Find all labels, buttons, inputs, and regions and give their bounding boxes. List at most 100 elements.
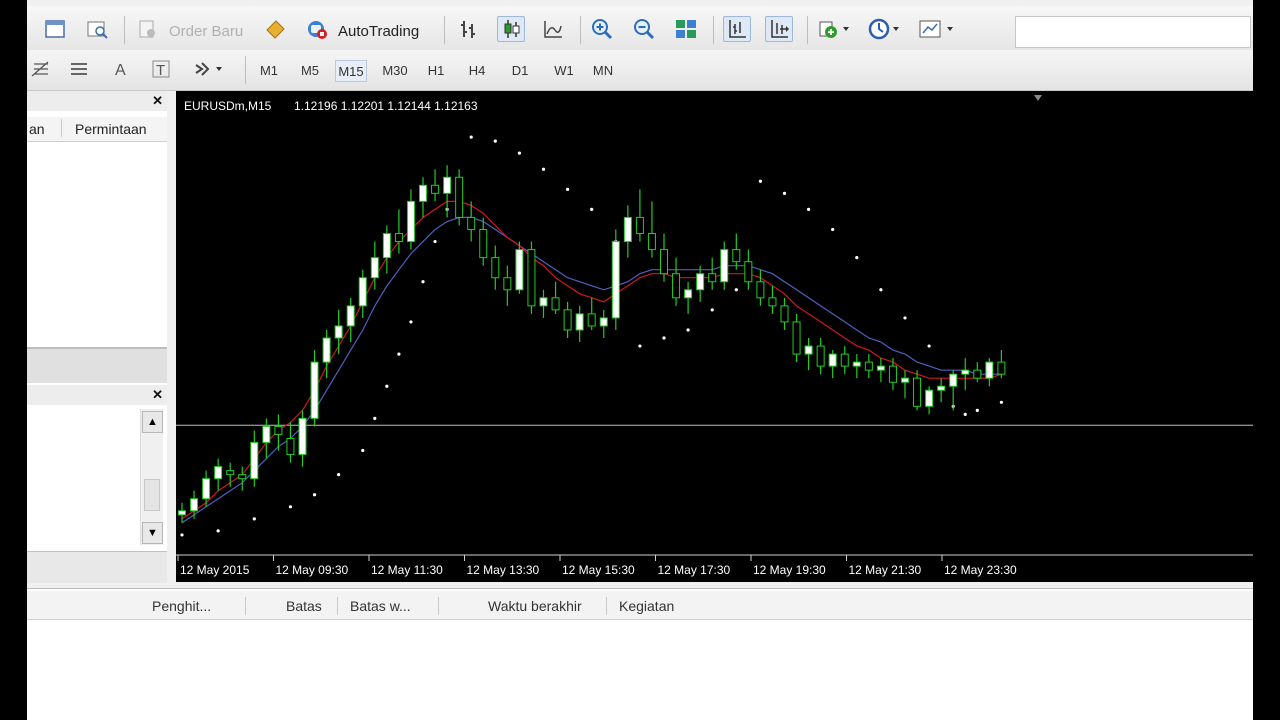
line-chart-icon[interactable] <box>539 16 567 42</box>
market-watch-icon[interactable] <box>261 16 289 42</box>
timeframe-m1[interactable]: M1 <box>253 60 285 82</box>
new-order-icon[interactable] <box>133 16 161 42</box>
scroll-up-icon[interactable]: ▲ <box>142 411 163 433</box>
candle-body <box>419 184 427 202</box>
candle-body <box>672 273 681 299</box>
candle-body <box>780 305 789 323</box>
candlestick-chart-icon[interactable] <box>497 16 525 42</box>
chart-canvas[interactable]: 12 May 2015 12 May 09:30 12 May 11:30 12 Ma… <box>176 91 1253 582</box>
candle-body <box>852 361 861 367</box>
candle-body <box>768 297 777 307</box>
scroll-thumb[interactable] <box>144 479 160 511</box>
sar-dot <box>879 288 883 292</box>
candle-body <box>949 373 958 387</box>
sar-dot <box>180 533 184 537</box>
candle-body <box>864 361 873 371</box>
time-axis-label: 12 May 15:30 <box>562 563 635 577</box>
time-axis-label: 12 May 13:30 <box>467 563 540 577</box>
sar-dot <box>662 336 666 340</box>
text-label-icon[interactable]: T <box>147 56 175 82</box>
text-icon[interactable]: A <box>107 56 135 82</box>
sar-dot <box>855 256 859 260</box>
column-batas[interactable]: Batas <box>286 598 322 614</box>
column-kegiatan[interactable]: Kegiatan <box>619 598 674 614</box>
scroll-down-icon[interactable]: ▼ <box>142 522 163 544</box>
candle-body <box>286 437 295 456</box>
candle-body <box>660 249 668 275</box>
autotrading-button[interactable]: AutoTrading <box>338 23 419 40</box>
candle-body <box>599 317 608 327</box>
candle-body <box>178 510 186 516</box>
zoom-out-icon[interactable] <box>630 16 658 42</box>
tab-permintaan[interactable]: Permintaan <box>75 121 147 137</box>
vertical-scrollbar[interactable]: ▲ ▼ <box>140 409 163 545</box>
close-icon[interactable]: ✕ <box>152 387 163 403</box>
autotrading-icon[interactable] <box>303 16 331 42</box>
panel-splitter[interactable] <box>27 347 167 383</box>
sar-dot <box>469 135 473 139</box>
timeframe-m30[interactable]: M30 <box>379 60 411 82</box>
candle-body <box>190 498 199 512</box>
column-batas-waktu[interactable]: Batas w... <box>350 598 411 614</box>
close-icon[interactable]: ✕ <box>152 93 163 109</box>
timeframe-mn[interactable]: MN <box>587 60 619 82</box>
new-chart-icon[interactable] <box>41 16 69 42</box>
candle-body <box>527 249 536 307</box>
column-separator <box>337 597 338 615</box>
column-separator <box>245 597 246 615</box>
sar-dot <box>517 151 521 155</box>
price-chart[interactable]: 12 May 2015 12 May 09:30 12 May 11:30 12 Ma… <box>176 91 1253 582</box>
time-axis-label: 12 May 2015 <box>180 563 250 577</box>
sar-dot <box>758 179 763 183</box>
candle-body <box>539 297 548 307</box>
candle-body <box>937 385 946 391</box>
profiles-icon[interactable] <box>83 16 111 42</box>
candle-body <box>382 233 391 259</box>
sar-dot <box>927 344 931 348</box>
candle-body <box>479 229 488 259</box>
timeframe-m15[interactable]: M15 <box>335 60 367 82</box>
candle-body <box>684 289 693 299</box>
channel-icon[interactable] <box>65 56 93 82</box>
candle-body <box>647 233 656 251</box>
time-axis-label: 12 May 21:30 <box>849 563 922 577</box>
new-order-button[interactable]: Order Baru <box>169 23 243 40</box>
search-input[interactable] <box>1015 16 1251 48</box>
indicators-icon[interactable] <box>815 16 855 42</box>
tab-partial[interactable]: an <box>29 121 45 137</box>
terminal-columns: Penghit... Batas Batas w... Waktu berakh… <box>27 591 1253 620</box>
toolbar-separator <box>713 16 714 44</box>
candle-body <box>406 200 415 243</box>
sar-dot <box>590 207 594 212</box>
candle-body <box>238 474 247 480</box>
sar-dot <box>903 316 907 320</box>
periodicity-icon[interactable] <box>865 16 905 42</box>
column-penghitung[interactable]: Penghit... <box>152 598 211 614</box>
sar-dot <box>288 505 293 509</box>
arrows-icon[interactable] <box>189 56 229 82</box>
sar-dot <box>385 384 389 388</box>
candle-body <box>708 273 717 283</box>
candle-body <box>732 249 741 263</box>
templates-icon[interactable] <box>915 16 959 42</box>
candle-body <box>262 425 271 443</box>
toolbar-separator <box>444 16 445 44</box>
fibonacci-icon[interactable] <box>27 56 55 82</box>
autoscroll-icon[interactable] <box>765 16 793 42</box>
timeframe-w1[interactable]: W1 <box>548 60 580 82</box>
navigator-header: ✕ <box>27 91 167 111</box>
timeframe-d1[interactable]: D1 <box>504 60 536 82</box>
candle-body <box>443 176 452 194</box>
timeframe-m5[interactable]: M5 <box>294 60 326 82</box>
timeframe-h1[interactable]: H1 <box>420 60 452 82</box>
tile-windows-icon[interactable] <box>672 16 700 42</box>
toolbar-separator <box>124 16 125 44</box>
zoom-in-icon[interactable] <box>588 16 616 42</box>
candle-body <box>623 216 632 243</box>
candle-body <box>696 273 705 291</box>
bar-chart-icon[interactable] <box>455 16 483 42</box>
column-waktu-berakhir[interactable]: Waktu berakhir <box>488 598 582 614</box>
candle-body <box>744 261 753 283</box>
chart-shift-icon[interactable] <box>723 16 751 42</box>
timeframe-h4[interactable]: H4 <box>461 60 493 82</box>
